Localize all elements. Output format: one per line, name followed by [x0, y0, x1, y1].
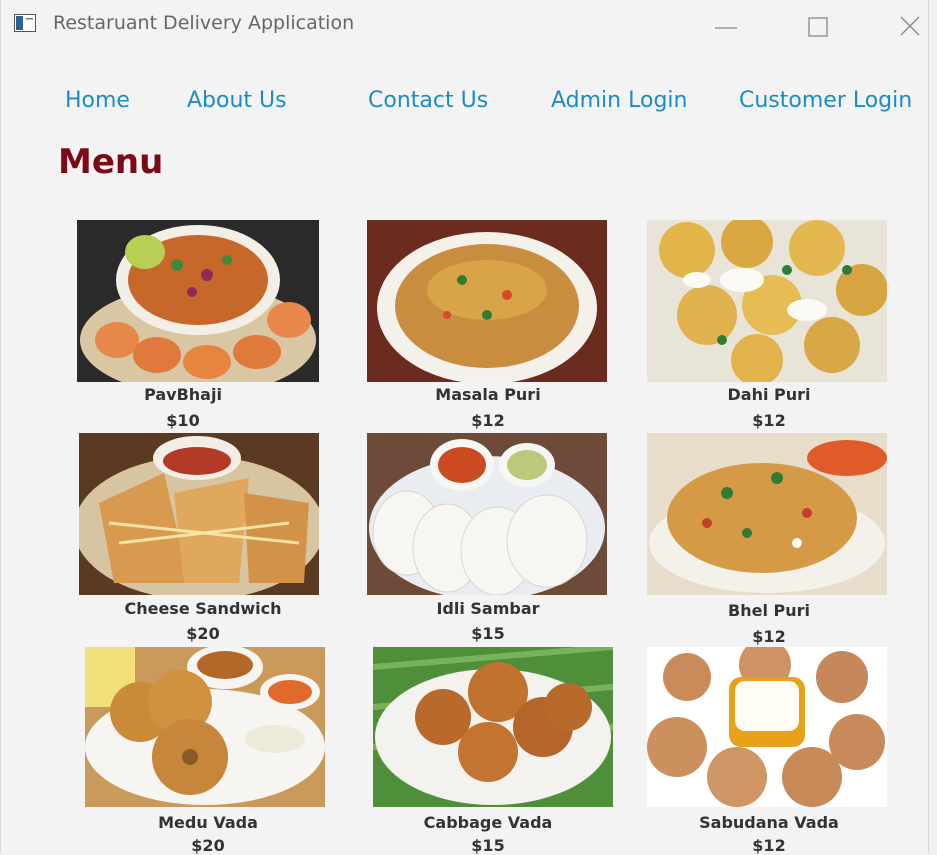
nav-admin-login-link[interactable]: Admin Login — [551, 88, 687, 113]
menu-item-name: Medu Vada — [158, 813, 258, 832]
medu-vada-image — [85, 647, 325, 807]
minimize-icon[interactable] — [709, 8, 745, 44]
dahi-puri-image — [647, 220, 887, 382]
menu-item-price: $12 — [752, 411, 786, 430]
menu-item-name: Cheese Sandwich — [124, 599, 282, 618]
menu-item-name: Sabudana Vada — [699, 813, 839, 832]
cabbage-vada-image — [373, 647, 613, 807]
app-icon — [14, 14, 36, 32]
menu-item-name: Cabbage Vada — [423, 813, 553, 832]
menu-item-price: $20 — [191, 836, 225, 855]
menu-item-price: $12 — [471, 411, 505, 430]
title-bar[interactable]: Restaruant Delivery Application — [1, 0, 928, 52]
menu-item-price: $20 — [186, 624, 220, 643]
menu-item-name: Masala Puri — [435, 385, 541, 404]
menu-item-name: Dahi Puri — [727, 385, 811, 404]
menu-item-name: PavBhaji — [144, 385, 222, 404]
maximize-icon[interactable] — [801, 8, 837, 44]
pav-bhaji-image — [77, 220, 319, 382]
cheese-sandwich-image — [79, 433, 319, 595]
nav-home-link[interactable]: Home — [65, 88, 130, 113]
nav-about-link[interactable]: About Us — [187, 88, 287, 113]
menu-item-price: $12 — [752, 627, 786, 646]
idli-sambar-image — [367, 433, 607, 595]
menu-heading: Menu — [58, 142, 164, 182]
bhel-puri-image — [647, 433, 887, 595]
app-window: Restaruant Delivery Application Home Abo… — [0, 0, 929, 855]
sabudana-vada-image — [647, 647, 887, 807]
close-icon[interactable] — [891, 8, 927, 44]
nav-contact-link[interactable]: Contact Us — [368, 88, 488, 113]
menu-item-name: Bhel Puri — [728, 601, 810, 620]
menu-item-name: Idli Sambar — [436, 599, 540, 618]
menu-item-price: $15 — [471, 624, 505, 643]
menu-item-price: $10 — [166, 411, 200, 430]
menu-item-price: $12 — [752, 836, 786, 855]
nav-customer-login-link[interactable]: Customer Login — [739, 88, 912, 113]
window-title: Restaruant Delivery Application — [53, 12, 355, 34]
masala-puri-image — [367, 220, 607, 382]
menu-item-price: $15 — [471, 836, 505, 855]
